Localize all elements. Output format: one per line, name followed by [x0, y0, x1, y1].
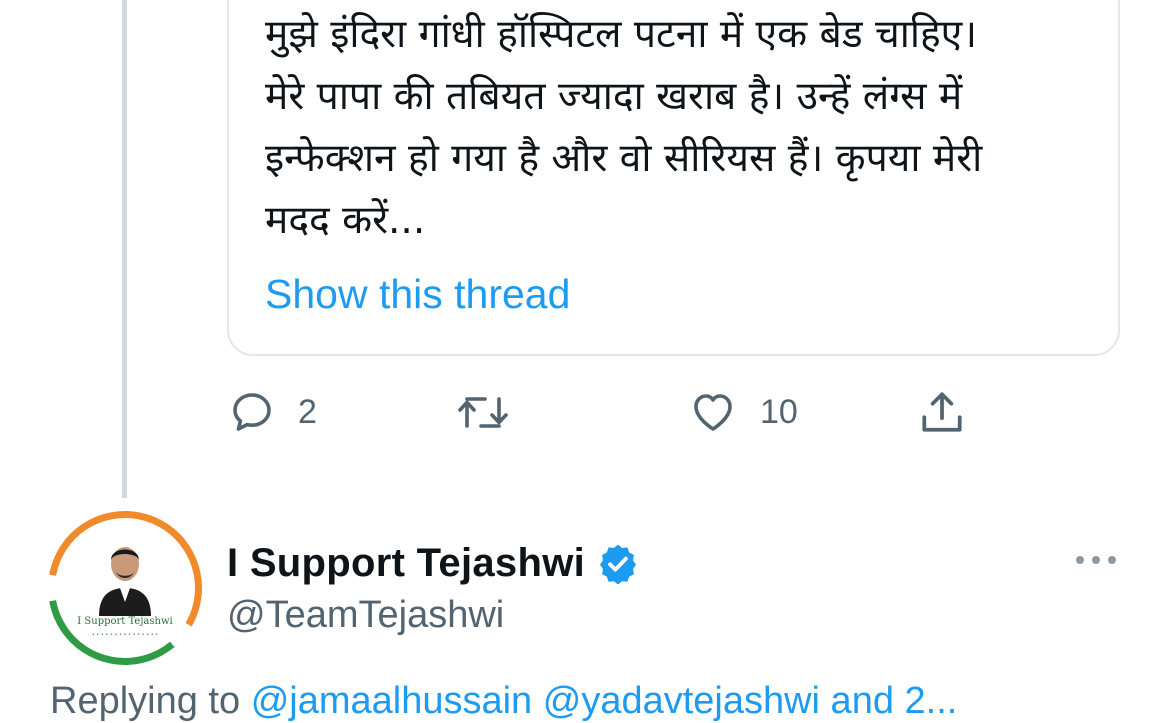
retweet-button[interactable] — [454, 384, 534, 440]
profile-photo-icon — [99, 547, 151, 616]
share-button[interactable] — [916, 384, 968, 440]
avatar-subcaption: • • • • • • • • • • • • • • • — [91, 632, 159, 638]
display-name-row[interactable]: I Support Tejashwi — [227, 538, 639, 588]
avatar-image: I Support Tejashwi • • • • • • • • • • •… — [55, 518, 195, 658]
more-options-icon[interactable] — [1072, 548, 1120, 572]
quoted-tweet-text: मुझे इंदिरा गांधी हॉस्पिटल पटना में एक ब… — [265, 12, 983, 243]
avatar-caption: I Support Tejashwi — [77, 616, 173, 627]
avatar[interactable]: I Support Tejashwi • • • • • • • • • • •… — [48, 511, 202, 665]
retweet-icon — [458, 397, 508, 428]
share-upload-icon — [922, 392, 962, 432]
replying-to-mentions[interactable]: @jamaalhussain @yadavtejashwi and 2... — [251, 680, 958, 722]
replying-to-label: Replying to — [50, 680, 241, 722]
tweet-action-bar: 2 10 — [0, 384, 1170, 440]
display-name[interactable]: I Support Tejashwi — [227, 541, 585, 586]
reply-button[interactable]: 2 — [228, 384, 317, 440]
reply-bubble-icon — [233, 393, 271, 431]
like-count: 10 — [760, 392, 798, 431]
user-handle[interactable]: @TeamTejashwi — [227, 594, 504, 637]
verified-badge-icon — [600, 544, 637, 584]
show-thread-link[interactable]: Show this thread — [265, 268, 570, 320]
heart-icon — [694, 394, 732, 431]
like-button[interactable]: 10 — [688, 384, 798, 440]
reply-count: 2 — [298, 392, 317, 431]
